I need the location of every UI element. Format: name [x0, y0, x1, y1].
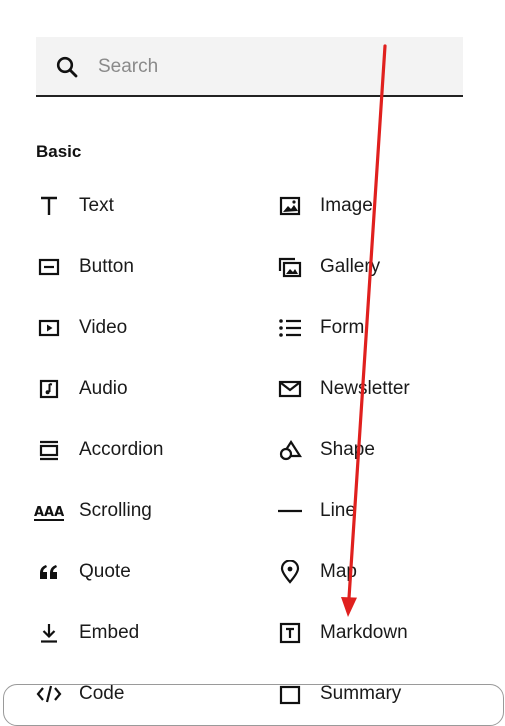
annotation-arrow — [341, 44, 387, 617]
video-icon — [34, 313, 64, 343]
text-icon — [34, 191, 64, 221]
block-item-label: Form — [320, 317, 365, 338]
block-item-label: Button — [79, 256, 134, 277]
search-icon — [56, 56, 78, 78]
search-input[interactable] — [96, 51, 440, 83]
block-item-label: Audio — [79, 378, 128, 399]
block-item-quote[interactable]: Quote — [34, 552, 131, 592]
quote-icon — [34, 557, 64, 587]
block-item-label: Map — [320, 561, 357, 582]
gallery-icon — [275, 252, 305, 282]
block-item-embed[interactable]: Embed — [34, 613, 139, 653]
block-item-audio[interactable]: Audio — [34, 369, 128, 409]
block-item-line[interactable]: Line — [275, 491, 356, 531]
block-item-newsletter[interactable]: Newsletter — [275, 369, 410, 409]
block-item-label: Markdown — [320, 622, 408, 643]
section-title-basic: Basic — [36, 142, 82, 161]
block-item-text[interactable]: Text — [34, 186, 114, 226]
block-item-markdown[interactable]: Markdown — [275, 613, 408, 653]
map-icon — [275, 557, 305, 587]
block-item-label: Video — [79, 317, 128, 338]
embed-icon — [34, 618, 64, 648]
newsletter-icon — [275, 374, 305, 404]
block-item-image[interactable]: Image — [275, 186, 373, 226]
block-item-label: Shape — [320, 439, 375, 460]
accordion-icon — [34, 435, 64, 465]
block-item-label: Accordion — [79, 439, 164, 460]
block-item-label: Embed — [79, 622, 140, 643]
block-item-scrolling[interactable]: AAA Scrolling — [34, 491, 152, 531]
search-bar[interactable] — [36, 37, 463, 97]
scrolling-icon: AAA — [34, 496, 64, 526]
block-item-map[interactable]: Map — [275, 552, 357, 592]
block-item-label: Image — [320, 195, 373, 216]
bottom-panel-edge — [3, 684, 504, 726]
block-item-label: Line — [320, 500, 356, 521]
block-item-label: Quote — [79, 561, 131, 582]
block-item-video[interactable]: Video — [34, 308, 127, 348]
line-icon — [275, 496, 305, 526]
block-item-shape[interactable]: Shape — [275, 430, 375, 470]
form-icon — [275, 313, 305, 343]
block-item-label: Gallery — [320, 256, 381, 277]
markdown-icon — [275, 618, 305, 648]
block-item-label: Newsletter — [320, 378, 410, 399]
button-icon — [34, 252, 64, 282]
shape-icon — [275, 435, 305, 465]
audio-icon — [34, 374, 64, 404]
svg-text:AAA: AAA — [34, 505, 64, 520]
block-item-label: Scrolling — [79, 500, 152, 521]
block-item-label: Text — [79, 195, 114, 216]
block-item-gallery[interactable]: Gallery — [275, 247, 380, 287]
block-item-button[interactable]: Button — [34, 247, 134, 287]
image-icon — [275, 191, 305, 221]
block-item-form[interactable]: Form — [275, 308, 364, 348]
block-item-accordion[interactable]: Accordion — [34, 430, 164, 470]
